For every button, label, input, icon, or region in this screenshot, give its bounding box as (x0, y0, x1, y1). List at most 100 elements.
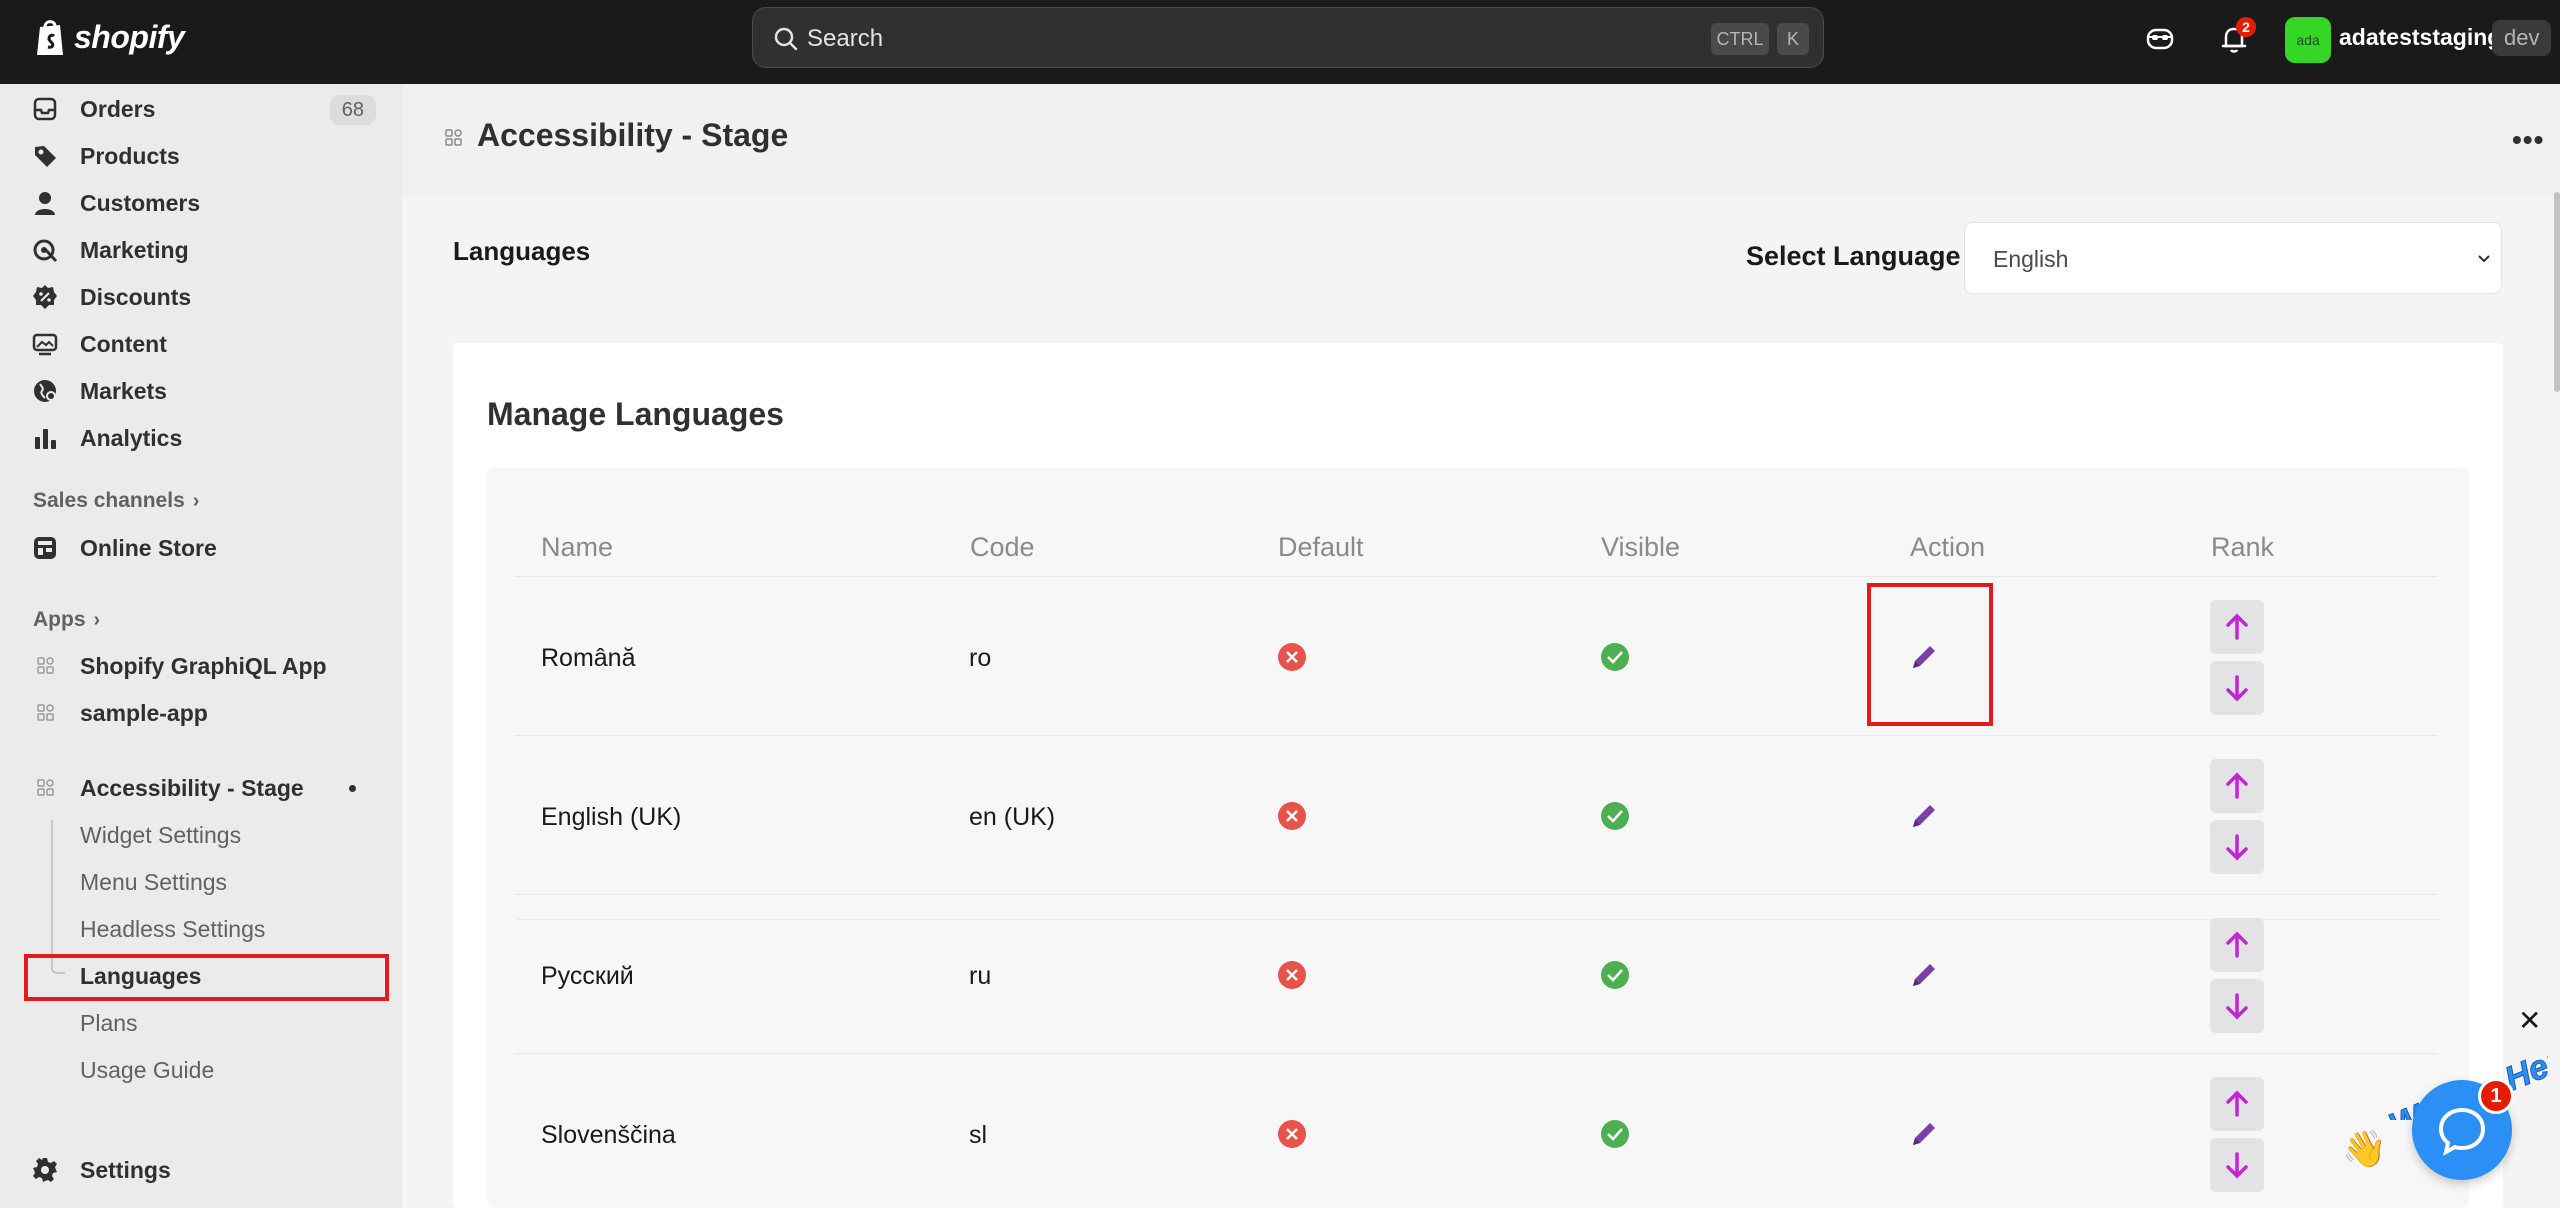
arrow-up-icon (2226, 1090, 2248, 1117)
waving-hand-icon: 👋 (2342, 1128, 2387, 1169)
edit-pencil-icon[interactable] (1907, 958, 1941, 992)
apps-heading[interactable]: Apps › (33, 608, 100, 632)
chevron-right-icon: › (93, 609, 101, 631)
globe-icon (34, 380, 56, 402)
language-select[interactable]: English (1964, 222, 2502, 294)
language-select-value: English (1993, 246, 2069, 272)
rank-down-button[interactable] (2210, 1138, 2264, 1192)
select-language-label: Select Language (1746, 241, 1961, 271)
arrow-up-icon (2226, 613, 2248, 640)
row-name-cell: Slovenščina (541, 1121, 676, 1149)
person-icon (35, 192, 55, 215)
visible-yes-icon (1601, 802, 1629, 830)
store-name[interactable]: adateststaging (2339, 24, 2501, 51)
rank-up-button[interactable] (2210, 918, 2264, 972)
sidebar-app-graphiql[interactable]: Shopify GraphiQL App (36, 646, 376, 686)
visible-yes-icon (1601, 961, 1629, 989)
apps-label: Apps (33, 608, 86, 631)
search-input[interactable]: Search CTRL K (752, 7, 1824, 68)
sidebar-item-content[interactable]: Content (32, 324, 382, 364)
arrow-down-icon (2226, 993, 2248, 1020)
top-bar: shopify Search CTRL K 2 ada adateststagi… (0, 0, 2560, 84)
sidebar-item-label: Analytics (80, 424, 183, 451)
sidebar-subitem-headless-settings[interactable]: Headless Settings (80, 916, 265, 943)
pinned-dot-icon (349, 785, 356, 792)
row-divider (517, 919, 2439, 920)
sidebar-item-label: Settings (80, 1156, 171, 1183)
visible-yes-icon (1601, 643, 1629, 671)
sidebar-item-products[interactable]: Products (32, 136, 382, 176)
sidebar-app-sample-app[interactable]: sample-app (36, 693, 376, 733)
languages-heading: Languages (453, 236, 591, 266)
sidebar-item-label: Content (80, 330, 167, 357)
default-no-icon (1278, 1120, 1306, 1148)
rank-up-button[interactable] (2210, 1077, 2264, 1131)
sidebar-subitem-usage-guide[interactable]: Usage Guide (80, 1057, 214, 1084)
sidebar-item-label: Products (80, 142, 180, 169)
tree-connector (51, 820, 53, 970)
default-no-icon (1278, 802, 1306, 830)
content-icon (32, 333, 58, 356)
rank-up-button[interactable] (2210, 600, 2264, 654)
sidebar-item-marketing[interactable]: Marketing (32, 230, 382, 270)
rank-down-button[interactable] (2210, 661, 2264, 715)
highlight-box-edit-action (1867, 583, 1993, 726)
shopify-wordmark: shopify (74, 18, 185, 55)
arrow-down-icon (2226, 1152, 2248, 1179)
edit-pencil-icon[interactable] (1907, 1117, 1941, 1151)
sidebar-item-online-store[interactable]: Online Store (32, 528, 382, 568)
row-divider (515, 735, 2437, 736)
chat-close-button[interactable]: ✕ (2518, 1004, 2541, 1037)
arrow-up-icon (2226, 931, 2248, 958)
sidebar-item-analytics[interactable]: Analytics (32, 418, 382, 458)
sidebar-subitem-menu-settings[interactable]: Menu Settings (80, 869, 227, 896)
store-avatar[interactable]: ada (2285, 17, 2331, 63)
column-header-default: Default (1278, 532, 1364, 562)
column-header-action: Action (1910, 532, 1986, 562)
sidebar-item-orders[interactable]: Orders 68 (32, 89, 382, 129)
tag-icon (35, 146, 56, 167)
sales-channels-heading[interactable]: Sales channels › (33, 489, 199, 513)
default-no-icon (1278, 961, 1306, 989)
target-icon (33, 239, 58, 263)
sidebar-item-label: Markets (80, 377, 167, 404)
column-header-name: Name (541, 532, 614, 562)
sidebar-item-label: Discounts (80, 283, 192, 310)
shopify-logo[interactable]: shopify (34, 17, 185, 57)
arrow-down-icon (2226, 834, 2248, 861)
rank-down-button[interactable] (2210, 820, 2264, 874)
languages-table: Name Code Default Visible Action Rank (487, 468, 2469, 1208)
sidebar-subitem-widget-settings[interactable]: Widget Settings (80, 822, 241, 849)
shortcut-k-key: K (1777, 23, 1809, 55)
page-header: Accessibility - Stage ••• (402, 84, 2560, 196)
bar-chart-icon (35, 429, 56, 449)
app-icon (37, 704, 54, 721)
sales-channels-label: Sales channels (33, 489, 185, 512)
column-header-rank: Rank (2211, 532, 2275, 562)
row-name-cell: English (UK) (541, 803, 682, 831)
sidebar-item-customers[interactable]: Customers (32, 183, 382, 223)
edit-pencil-icon[interactable] (1907, 799, 1941, 833)
notification-badge: 2 (2236, 17, 2256, 37)
arrow-up-icon (2226, 772, 2248, 799)
sidebar-item-markets[interactable]: Markets (32, 371, 382, 411)
inbox-icon (33, 97, 57, 121)
sidebar-subitem-plans[interactable]: Plans (80, 1010, 138, 1037)
chat-unread-badge: 1 (2478, 1078, 2514, 1114)
sidebar-item-label: Orders (80, 95, 156, 122)
shortcut-ctrl-key: CTRL (1711, 23, 1769, 55)
row-divider (515, 1053, 2437, 1054)
scrollbar[interactable] (2554, 192, 2560, 392)
sidebar-item-discounts[interactable]: Discounts (32, 277, 382, 317)
rank-up-button[interactable] (2210, 759, 2264, 813)
sidebar-item-label: Shopify GraphiQL App (80, 652, 327, 679)
app-icon (37, 657, 54, 674)
more-actions-button[interactable]: ••• (2512, 124, 2544, 156)
sidekick-icon[interactable] (2143, 22, 2177, 56)
shopify-bag-icon (37, 20, 63, 55)
row-name-cell: Română (541, 644, 636, 672)
sidebar-item-settings[interactable]: Settings (32, 1150, 382, 1190)
sidebar-app-accessibility-stage[interactable]: Accessibility - Stage (36, 768, 376, 808)
rank-down-button[interactable] (2210, 979, 2264, 1033)
column-header-visible: Visible (1601, 532, 1681, 562)
